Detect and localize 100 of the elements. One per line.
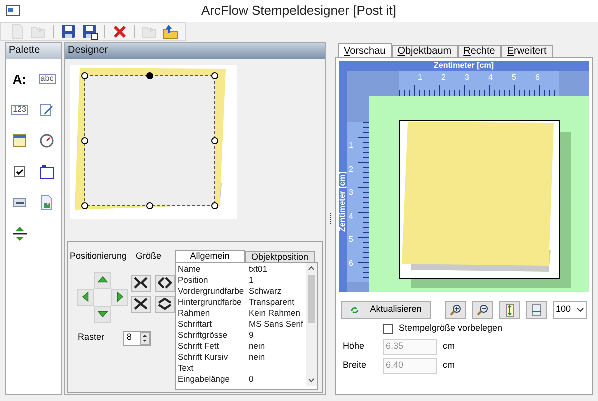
arrows-icon [134,298,148,310]
property-name: Rahmen [177,308,212,319]
ruler-label: 4 [488,73,494,83]
number-field-glyph: 123 [11,105,28,115]
arrows-icon [134,277,148,289]
property-value: 1 [248,275,254,286]
calendar-icon [12,133,28,149]
raster-spin-field[interactable]: 8 [123,330,151,346]
frame-icon [39,164,56,180]
preset-size-label: Stempelgröße vorbelegen [399,322,503,335]
property-name: Schriftgrösse [177,330,229,341]
move-up-button[interactable] [94,272,111,288]
clock-icon [39,133,56,149]
zoom-in-icon [450,304,462,316]
unit-label: cm [443,340,455,353]
dimension-label: Höhe [343,340,366,353]
arrows-icon [158,298,172,310]
arrows-icon [158,277,172,289]
property-value: txt01 [248,264,268,275]
ruler-label: 2 [442,73,447,83]
delete-button[interactable] [111,23,128,40]
zoom-out-icon [476,304,488,316]
fit-height-icon [506,304,514,316]
property-name: Text [177,363,195,374]
move-right-button[interactable] [111,288,128,306]
pencil-icon [39,102,56,118]
selection-frame[interactable] [82,72,218,210]
ruler-label: 2 [348,164,354,176]
ruler-title: Zentimeter [cm] [434,61,494,71]
property-value: Transparent [248,297,295,308]
grow-height-button[interactable] [155,296,175,312]
zoom-select[interactable]: 100 [553,301,587,319]
ruler-label: 1 [418,73,424,83]
move-down-button[interactable] [94,306,111,322]
size-label: Größe [136,250,162,263]
preset-size-checkbox[interactable] [383,324,393,334]
ruler-label: 1 [348,141,354,152]
fit-height-button[interactable] [499,301,520,319]
property-name: Schrift Kursiv [177,352,230,363]
property-tab[interactable]: Allgemein [175,250,245,262]
delete-icon [112,24,128,40]
export-icon [162,24,178,40]
vertical-ruler-title: Zentimeter [cm] [339,172,347,232]
grow-width-button[interactable] [155,274,175,292]
view-tab[interactable]: Vorschau [338,43,392,57]
palette-header: Palette [6,43,61,59]
text-field-glyph: abc [38,74,56,84]
image-icon [39,195,56,211]
save-button[interactable] [60,23,77,40]
scroll-bar[interactable] [306,263,317,386]
dimension-label: Breite [343,358,368,372]
ruler-label: 3 [348,188,354,199]
chevron-down-icon [577,308,584,312]
export-button[interactable] [162,23,179,40]
property-name: Position [177,275,210,286]
designer-header: Designer [65,43,325,59]
ruler-label: 6 [536,73,541,83]
spin-arrows-icon [140,332,150,344]
ruler-label: 6 [348,258,354,270]
property-name: Vordergrundfarbe [177,286,246,297]
unit-label: cm [443,358,455,372]
property-tab[interactable]: Objektposition [245,251,315,262]
text-field-tool[interactable]: abc [37,69,58,89]
property-value: 0 [248,374,254,385]
shrink-height-button[interactable] [131,296,151,312]
property-name: Eingabelänge [177,374,231,385]
view-tab[interactable]: Objektbaum [392,45,458,57]
checkbox-icon [12,164,28,180]
label-glyph: A: [12,72,27,86]
view-tab[interactable]: Rechte [458,45,502,57]
ruler-label: 3 [465,73,470,83]
zoom-out-button[interactable] [472,301,493,319]
zoom-in-button[interactable] [445,301,466,319]
refresh-button[interactable]: Aktualisieren [341,301,431,319]
refresh-icon [350,304,360,316]
positioning-label: Positionierung [70,250,128,263]
property-name: Hintergrundfarbe [177,297,243,308]
save-as-button[interactable] [81,23,98,40]
property-name: Schrift Fett [177,341,220,352]
app-icon [6,5,20,16]
property-value: 9 [248,330,254,341]
property-value: Kein Rahmen [248,308,301,319]
vertical-resize-icon [12,226,28,242]
ruler-label: 4 [348,212,354,222]
property-name: Name [177,264,202,275]
window-title: ArcFlow Stempeldesigner [Post it] [201,2,397,20]
property-name: Schriftart [177,319,214,330]
view-tab[interactable]: Erweitert [501,45,553,57]
property-value: MS Sans Serif [248,319,304,330]
property-value: nein [248,352,266,363]
fit-width-button[interactable] [526,301,547,319]
shrink-width-button[interactable] [131,274,151,292]
move-left-button[interactable] [77,288,94,306]
property-value: Schwarz [248,286,282,297]
triangle-left-icon [80,291,92,303]
label-tool[interactable]: A: [10,69,30,89]
number-field-tool[interactable]: 123 [10,100,30,120]
fit-width-icon [531,304,542,316]
ruler-label: 5 [512,73,518,83]
ruler-label: 5 [348,235,354,246]
